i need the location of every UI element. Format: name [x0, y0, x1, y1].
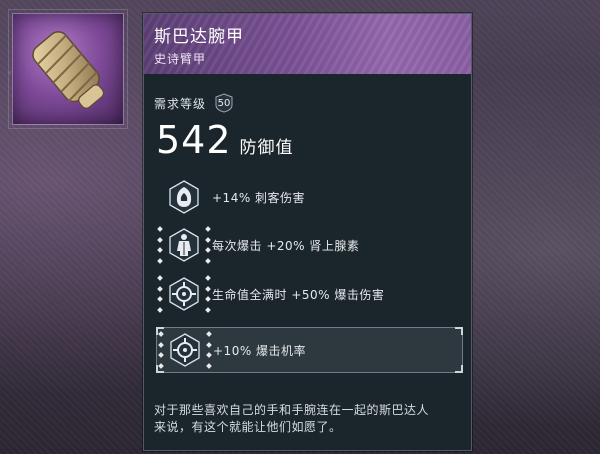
requirement-level: 50: [217, 97, 231, 109]
level-badge: 50: [214, 93, 234, 113]
engraving-marks: [157, 226, 163, 264]
perk-text: 每次爆击 +20% 肾上腺素: [212, 239, 360, 253]
item-rarity-type: 史诗臂甲: [154, 52, 207, 66]
crosshair-icon: [167, 332, 203, 368]
defense-value: 542: [156, 118, 232, 162]
selection-corner: [455, 327, 463, 335]
engraving-marks: [206, 331, 212, 369]
perk-text: +14% 刺客伤害: [212, 191, 306, 205]
engraving-marks: [158, 331, 164, 369]
item-description: 对于那些喜欢自己的手和手腕连在一起的斯巴达人 来说，有这个就能让他们如愿了。: [154, 402, 464, 436]
description-line: 来说，有这个就能让他们如愿了。: [154, 420, 342, 434]
assassin-hood-icon: [166, 179, 202, 215]
crosshair-icon: [166, 276, 202, 312]
item-tooltip-panel: 斯巴达腕甲 史诗臂甲 需求等级 50 542 防御值 +14% 刺客伤害 每次爆…: [143, 13, 472, 451]
perk-text: +10% 爆击机率: [213, 344, 307, 358]
perk-row-selected[interactable]: +10% 爆击机率: [156, 327, 463, 373]
perk-text: 生命值全满时 +50% 爆击伤害: [212, 288, 385, 302]
adrenaline-figure-icon: [166, 227, 202, 263]
selection-corner: [455, 365, 463, 373]
description-line: 对于那些喜欢自己的手和手腕连在一起的斯巴达人: [154, 403, 430, 417]
engraving-marks: [157, 275, 163, 313]
perk-row[interactable]: 生命值全满时 +50% 爆击伤害: [156, 274, 461, 314]
defense-label: 防御值: [239, 138, 294, 158]
item-name: 斯巴达腕甲: [154, 27, 244, 47]
perk-row[interactable]: 每次爆击 +20% 肾上腺素: [156, 225, 461, 265]
perk-row[interactable]: +14% 刺客伤害: [156, 177, 461, 217]
item-thumbnail[interactable]: [12, 13, 124, 125]
engraving-marks: [205, 226, 211, 264]
bracer-icon: [32, 31, 105, 109]
requirement-row: 需求等级 50: [154, 92, 234, 114]
requirement-label: 需求等级: [154, 96, 207, 111]
engraving-marks: [205, 275, 211, 313]
defense-row: 542 防御值: [156, 118, 294, 166]
